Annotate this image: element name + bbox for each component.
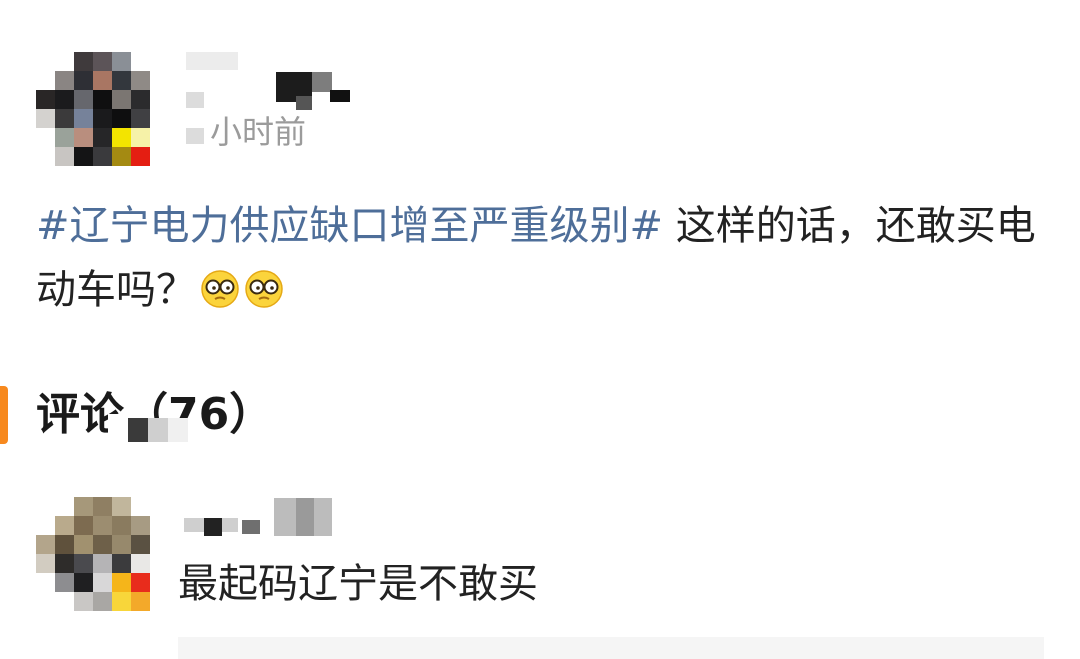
reply-preview-box[interactable] bbox=[178, 637, 1044, 659]
section-accent-bar bbox=[0, 386, 8, 444]
poster-avatar[interactable] bbox=[36, 52, 150, 166]
censor-block bbox=[128, 418, 148, 442]
glasses-face-emoji-icon bbox=[245, 270, 283, 308]
censor-block bbox=[148, 418, 168, 442]
post-body: #辽宁电力供应缺口增至严重级别# 这样的话，还敢买电动车吗？ bbox=[36, 194, 1046, 322]
hashtag-link[interactable]: #辽宁电力供应缺口增至严重级别# bbox=[36, 203, 663, 249]
glasses-face-emoji-icon bbox=[201, 270, 239, 308]
censor-block bbox=[168, 418, 188, 442]
commenter-avatar[interactable] bbox=[36, 497, 150, 611]
weibo-post-screen: 小时前 #辽宁电力供应缺口增至严重级别# 这样的话，还敢买电动车吗？ 评论（76… bbox=[0, 0, 1080, 659]
comment-text: 最起码辽宁是不敢买 bbox=[178, 561, 538, 607]
post-time: 小时前 bbox=[210, 113, 307, 151]
